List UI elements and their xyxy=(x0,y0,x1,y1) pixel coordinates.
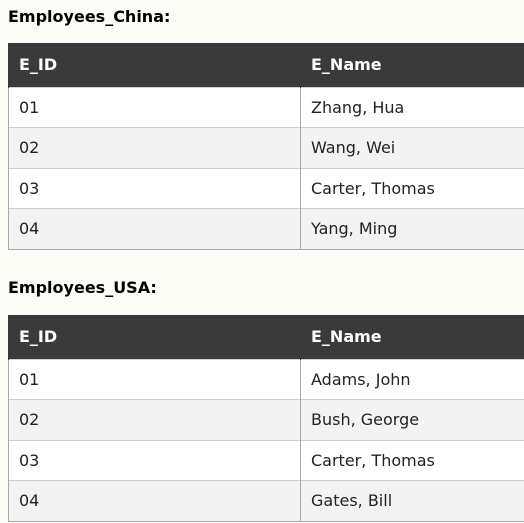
table-row: 02 Wang, Wei xyxy=(8,127,524,168)
cell-e-id: 01 xyxy=(8,86,301,128)
table-row: 03 Carter, Thomas xyxy=(8,167,524,209)
table-header-row: E_ID E_Name xyxy=(8,43,524,87)
cell-e-name: Bush, George xyxy=(300,399,524,440)
table-row: 04 Yang, Ming xyxy=(8,208,524,250)
section-title-usa: Employees_USA: xyxy=(8,278,157,297)
cell-e-name: Wang, Wei xyxy=(300,127,524,168)
cell-e-name: Zhang, Hua xyxy=(300,86,524,128)
table-row: 01 Zhang, Hua xyxy=(8,86,524,128)
cell-e-id: 03 xyxy=(8,167,301,209)
cell-e-name: Adams, John xyxy=(300,358,524,400)
column-header-e-name: E_Name xyxy=(300,315,524,359)
employees-usa-table: E_ID E_Name 01 Adams, John 02 Bush, Geor… xyxy=(8,315,524,522)
table-header-row: E_ID E_Name xyxy=(8,315,524,359)
cell-e-id: 04 xyxy=(8,480,301,522)
table-row: 03 Carter, Thomas xyxy=(8,439,524,481)
table-row: 02 Bush, George xyxy=(8,399,524,440)
cell-e-id: 01 xyxy=(8,358,301,400)
section-title-china: Employees_China: xyxy=(8,7,171,26)
cell-e-name: Gates, Bill xyxy=(300,480,524,522)
employees-china-table: E_ID E_Name 01 Zhang, Hua 02 Wang, Wei 0… xyxy=(8,43,524,250)
cell-e-name: Carter, Thomas xyxy=(300,439,524,481)
table-row: 01 Adams, John xyxy=(8,358,524,400)
cell-e-id: 04 xyxy=(8,208,301,250)
cell-e-id: 02 xyxy=(8,399,301,440)
cell-e-name: Yang, Ming xyxy=(300,208,524,250)
cell-e-name: Carter, Thomas xyxy=(300,167,524,209)
column-header-e-id: E_ID xyxy=(8,43,301,87)
column-header-e-id: E_ID xyxy=(8,315,301,359)
cell-e-id: 03 xyxy=(8,439,301,481)
cell-e-id: 02 xyxy=(8,127,301,168)
table-row: 04 Gates, Bill xyxy=(8,480,524,522)
column-header-e-name: E_Name xyxy=(300,43,524,87)
